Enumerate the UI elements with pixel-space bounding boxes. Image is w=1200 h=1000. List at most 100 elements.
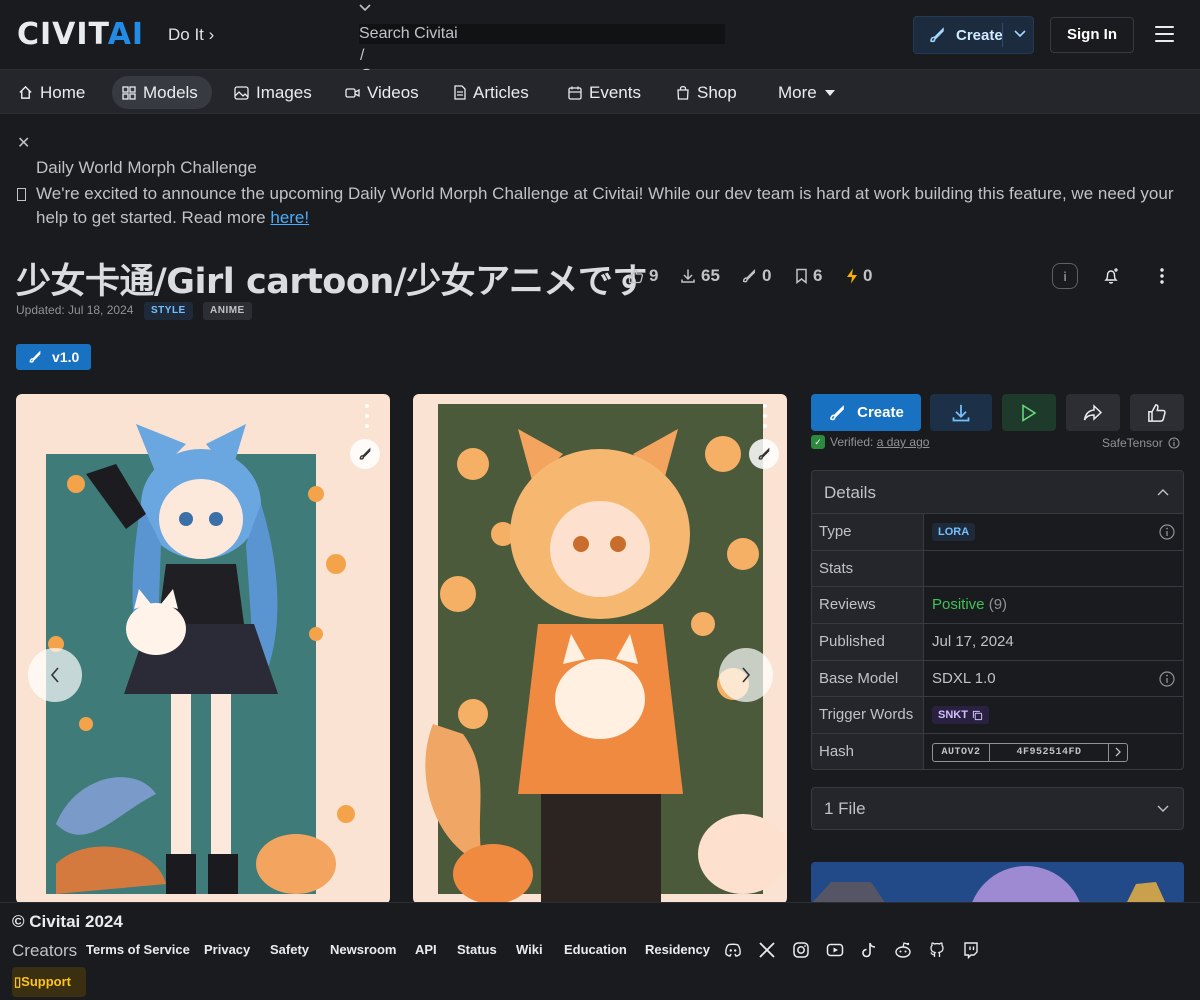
nav-more[interactable]: More bbox=[770, 76, 850, 109]
chevron-down-icon[interactable] bbox=[359, 4, 371, 12]
nav-shop[interactable]: Shop bbox=[668, 76, 745, 109]
footer-link-wiki[interactable]: Wiki bbox=[516, 942, 543, 957]
info-icon[interactable]: i bbox=[1052, 263, 1078, 289]
thumb-up-icon bbox=[1147, 403, 1167, 423]
footer-link-safety[interactable]: Safety bbox=[270, 942, 309, 957]
trigger-word-badge[interactable]: SNKT bbox=[932, 706, 989, 725]
photo-icon bbox=[234, 85, 256, 100]
video-icon bbox=[345, 87, 367, 99]
nav-articles[interactable]: Articles bbox=[446, 76, 537, 109]
announcement-title: Daily World Morph Challenge bbox=[36, 158, 257, 177]
create-button[interactable]: Create bbox=[811, 394, 921, 431]
more-vertical-icon[interactable] bbox=[757, 404, 773, 428]
hash-box[interactable]: AUTOV2 4F952514FD bbox=[932, 742, 1128, 762]
info-icon[interactable] bbox=[1163, 437, 1180, 449]
instagram-icon[interactable] bbox=[792, 941, 810, 959]
downloads-stat: 65 bbox=[680, 264, 720, 288]
nav-images[interactable]: Images bbox=[226, 76, 320, 109]
updated-date: Updated: Jul 18, 2024 bbox=[16, 303, 134, 317]
reviews-link[interactable]: Positive (9) bbox=[932, 587, 1007, 623]
info-icon[interactable] bbox=[1159, 671, 1175, 687]
brush-icon bbox=[928, 26, 946, 44]
download-icon bbox=[951, 403, 971, 423]
play-button[interactable] bbox=[1002, 394, 1056, 431]
bell-plus-icon[interactable] bbox=[1094, 259, 1128, 293]
like-button[interactable] bbox=[1130, 394, 1184, 431]
bookmark-icon bbox=[795, 268, 813, 284]
nav-models[interactable]: Models bbox=[112, 76, 212, 109]
preview-image-2[interactable] bbox=[413, 394, 787, 904]
article-icon bbox=[454, 85, 473, 100]
svg-text:i: i bbox=[1063, 270, 1066, 283]
close-icon[interactable]: ✕ bbox=[17, 133, 30, 153]
preview-artwork-orange-haired-girl bbox=[413, 394, 787, 904]
chevron-right-icon[interactable] bbox=[1109, 747, 1127, 757]
detail-row-stats: Stats 65 0 bbox=[812, 550, 1183, 588]
footer-link-privacy[interactable]: Privacy bbox=[204, 942, 250, 957]
create-menu-button[interactable]: Create bbox=[913, 16, 1034, 54]
footer-link-residency[interactable]: Residency bbox=[645, 942, 710, 957]
search-shortcut-hint: / bbox=[360, 47, 365, 64]
detail-row-base-model: Base Model SDXL 1.0 bbox=[812, 660, 1183, 698]
youtube-icon[interactable] bbox=[826, 941, 844, 959]
preview-image-1[interactable] bbox=[16, 394, 390, 904]
twitch-icon[interactable] bbox=[962, 941, 980, 959]
footer: © Civitai 2024 Creators Terms of Service… bbox=[0, 902, 1200, 1000]
announcement-link[interactable]: here! bbox=[270, 208, 309, 227]
calendar-icon bbox=[568, 86, 589, 100]
more-vertical-icon[interactable] bbox=[359, 404, 375, 428]
announcement-icon bbox=[17, 188, 26, 201]
tag-anime[interactable]: ANIME bbox=[203, 302, 252, 320]
footer-link-api[interactable]: API bbox=[415, 942, 437, 957]
nav-home[interactable]: Home bbox=[10, 76, 93, 109]
discord-icon[interactable] bbox=[724, 941, 742, 959]
share-icon bbox=[1083, 403, 1103, 422]
model-title: 少女卡通/Girl cartoon/少女アニメです bbox=[16, 262, 647, 302]
generations-stat: 0 bbox=[741, 264, 771, 288]
nav-events[interactable]: Events bbox=[560, 76, 649, 109]
hash-value[interactable]: 4F952514FD bbox=[990, 743, 1109, 761]
tiktok-icon[interactable] bbox=[860, 941, 878, 959]
reddit-icon[interactable] bbox=[894, 941, 912, 959]
hash-algo[interactable]: AUTOV2 bbox=[933, 743, 990, 761]
chevron-down-icon[interactable] bbox=[1014, 30, 1026, 38]
footer-link-education[interactable]: Education bbox=[564, 942, 627, 957]
buzz-stat: 0 bbox=[846, 264, 872, 288]
github-icon[interactable] bbox=[928, 941, 946, 959]
footer-link-creators[interactable]: Creators bbox=[12, 941, 77, 961]
chevron-right-icon bbox=[741, 667, 751, 683]
remix-icon[interactable] bbox=[749, 439, 779, 469]
footer-link-status[interactable]: Status bbox=[457, 942, 497, 957]
tag-style[interactable]: STYLE bbox=[144, 302, 193, 320]
menu-icon[interactable] bbox=[1155, 26, 1174, 42]
remix-icon[interactable] bbox=[350, 439, 380, 469]
info-icon[interactable] bbox=[1159, 524, 1175, 540]
chevron-down-icon bbox=[1157, 788, 1169, 829]
thumb-up-icon bbox=[628, 268, 649, 284]
nav-videos[interactable]: Videos bbox=[337, 76, 427, 109]
files-accordion[interactable]: 1 File bbox=[811, 787, 1184, 830]
bolt-icon bbox=[846, 268, 863, 284]
sign-in-button[interactable]: Sign In bbox=[1050, 17, 1134, 53]
doit-link[interactable]: Do It › bbox=[168, 25, 214, 45]
detail-row-trigger-words: Trigger Words SNKT bbox=[812, 697, 1183, 735]
share-button[interactable] bbox=[1066, 394, 1120, 431]
footer-link-terms[interactable]: Terms of Service bbox=[86, 942, 190, 957]
collections-stat: 6 bbox=[795, 264, 822, 288]
main-nav: Home Models Images Videos Articles Event… bbox=[0, 70, 1200, 114]
carousel-next-button[interactable] bbox=[719, 648, 773, 702]
version-button[interactable]: v1.0 bbox=[16, 344, 91, 370]
search-input[interactable] bbox=[359, 24, 725, 44]
x-icon[interactable] bbox=[758, 941, 776, 959]
promo-banner-image[interactable] bbox=[811, 862, 1184, 904]
chevron-up-icon[interactable] bbox=[1157, 471, 1169, 514]
carousel-prev-button[interactable] bbox=[28, 648, 82, 702]
play-icon bbox=[1021, 403, 1037, 422]
details-header[interactable]: Details bbox=[812, 471, 1183, 514]
footer-link-newsroom[interactable]: Newsroom bbox=[330, 942, 396, 957]
support-button[interactable]: ▯Support bbox=[12, 967, 86, 997]
more-vertical-icon[interactable] bbox=[1145, 259, 1179, 293]
verified-time-link[interactable]: a day ago bbox=[877, 435, 930, 449]
download-button[interactable] bbox=[930, 394, 992, 431]
civitai-logo[interactable]: CIVITAI bbox=[17, 20, 144, 50]
